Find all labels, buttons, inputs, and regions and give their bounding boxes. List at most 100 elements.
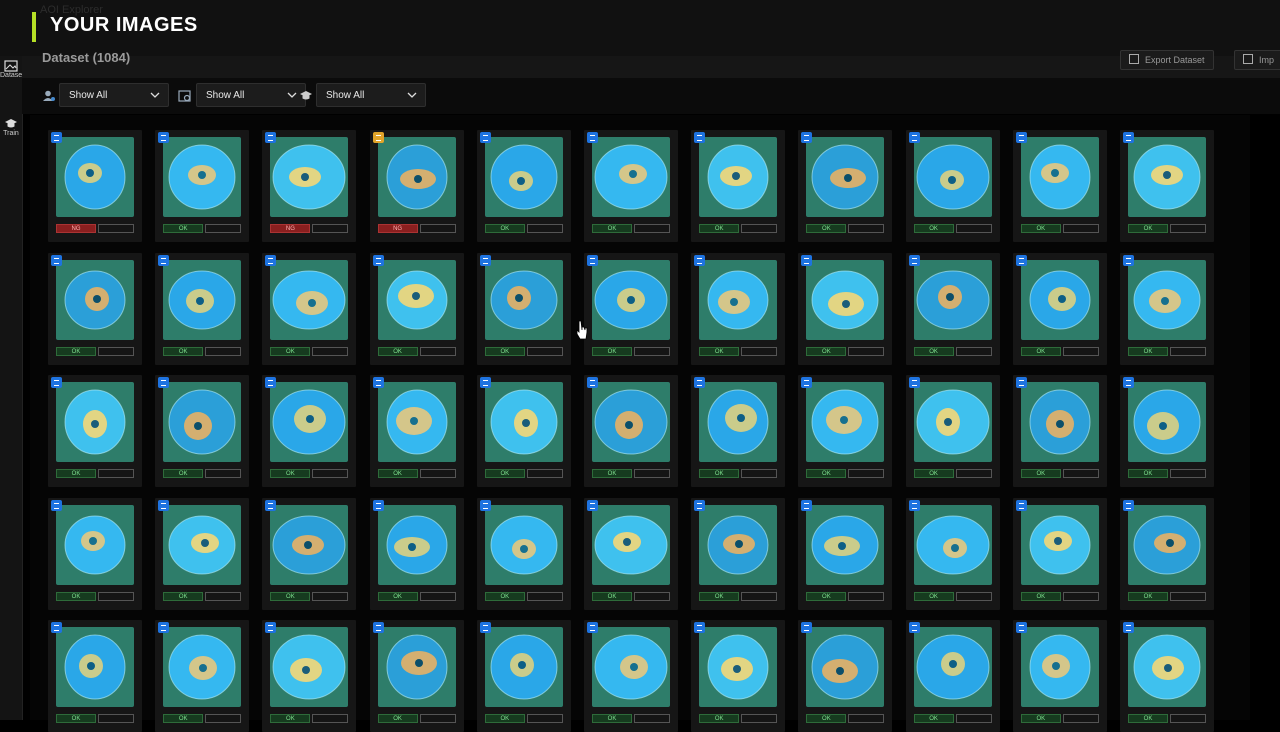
label-badge-icon <box>908 499 920 511</box>
image-tile[interactable]: OK <box>1012 620 1107 732</box>
image-thumbnail <box>699 627 778 707</box>
image-tile[interactable]: NG <box>262 130 357 242</box>
image-tile[interactable]: OK <box>798 620 893 732</box>
status-badge-ng: NG <box>377 224 418 233</box>
image-tile[interactable]: OK <box>798 375 893 487</box>
status-badge-ok: OK <box>913 346 954 356</box>
image-tile[interactable]: OK <box>905 130 1000 242</box>
image-tile[interactable]: OK <box>48 375 142 487</box>
image-tile[interactable]: OK <box>584 130 678 242</box>
sidebar-item-train[interactable]: Train <box>0 118 22 137</box>
image-tile[interactable]: OK <box>584 252 678 365</box>
label-badge-icon <box>908 377 920 388</box>
status-secondary-slot <box>1062 346 1099 356</box>
image-tile[interactable]: OK <box>905 497 1000 610</box>
image-tile[interactable]: OK <box>155 620 250 732</box>
image-tile[interactable]: OK <box>691 497 786 610</box>
status-badge-ng: NG <box>56 224 96 233</box>
status-badge-ok: OK <box>270 346 311 356</box>
status-badge-ok: OK <box>592 346 632 356</box>
status-badge-ok: OK <box>377 346 418 356</box>
image-tile[interactable]: OK <box>369 497 464 610</box>
sidebar-item-dataset[interactable]: Dataset <box>0 60 24 79</box>
image-tile[interactable]: OK <box>155 497 250 610</box>
status-secondary-slot <box>634 714 670 723</box>
image-tile[interactable]: OK <box>1012 497 1107 610</box>
image-filter-select[interactable]: Show All <box>196 83 306 107</box>
image-tile[interactable]: OK <box>1120 620 1214 732</box>
image-tile[interactable]: OK <box>1012 252 1107 365</box>
image-tile[interactable]: OK <box>369 375 464 487</box>
image-tile[interactable]: NG <box>369 130 464 242</box>
status-secondary-slot <box>419 469 456 478</box>
export-dataset-button[interactable]: Export Dataset <box>1120 50 1214 70</box>
image-tile[interactable]: OK <box>905 252 1000 365</box>
image-tile[interactable]: OK <box>691 620 786 732</box>
image-tile[interactable]: OK <box>584 497 678 610</box>
status-secondary-slot <box>526 591 563 601</box>
image-tile[interactable]: OK <box>48 620 142 732</box>
label-badge-icon <box>1015 132 1027 143</box>
status-secondary-slot <box>98 591 134 601</box>
status-badge-ok: OK <box>270 469 311 478</box>
image-thumbnail <box>484 504 563 585</box>
image-tile[interactable]: OK <box>905 375 1000 487</box>
image-tile[interactable]: OK <box>1012 130 1107 242</box>
image-tile[interactable]: OK <box>798 252 893 365</box>
image-tile[interactable]: OK <box>476 252 571 365</box>
status-secondary-slot <box>955 224 992 233</box>
status-badge-ok: OK <box>806 591 847 601</box>
image-tile[interactable]: OK <box>155 130 250 242</box>
image-tile[interactable]: OK <box>262 252 357 365</box>
image-tile[interactable]: OK <box>798 130 893 242</box>
graduation-filter-icon <box>300 91 312 100</box>
image-tile[interactable]: OK <box>905 620 1000 732</box>
image-tile[interactable]: OK <box>48 497 142 610</box>
image-tile[interactable]: OK <box>476 497 571 610</box>
image-tile[interactable]: OK <box>476 620 571 732</box>
image-tile[interactable]: OK <box>1120 252 1214 365</box>
image-tile[interactable]: OK <box>798 497 893 610</box>
label-badge-icon <box>1123 377 1134 388</box>
image-thumbnail <box>913 382 992 462</box>
train-filter-select[interactable]: Show All <box>316 83 426 107</box>
image-thumbnail <box>592 382 670 462</box>
label-badge-icon <box>479 254 491 266</box>
status-secondary-slot <box>741 714 778 723</box>
user-filter-select[interactable]: Show All <box>59 83 169 107</box>
image-tile[interactable]: OK <box>369 252 464 365</box>
image-tile[interactable]: OK <box>369 620 464 732</box>
status-badge-ok: OK <box>484 346 525 356</box>
image-tile[interactable]: OK <box>691 375 786 487</box>
image-tile[interactable]: OK <box>1012 375 1107 487</box>
image-tile[interactable]: OK <box>48 252 142 365</box>
image-thumbnail <box>56 627 134 707</box>
image-tile[interactable]: OK <box>262 497 357 610</box>
status-badge-ok: OK <box>699 469 740 478</box>
image-thumbnail <box>699 137 778 217</box>
image-tile[interactable]: OK <box>155 375 250 487</box>
image-tile[interactable]: OK <box>476 130 571 242</box>
status-badge-ok: OK <box>913 714 954 723</box>
image-tile[interactable]: NG <box>48 130 142 242</box>
image-tile[interactable]: OK <box>1120 130 1214 242</box>
status-badge-ok: OK <box>270 714 311 723</box>
image-tile[interactable]: OK <box>691 130 786 242</box>
status-badge-ok: OK <box>592 714 632 723</box>
image-tile[interactable]: OK <box>476 375 571 487</box>
status-badge-ok: OK <box>592 591 632 601</box>
image-tile[interactable]: OK <box>1120 375 1214 487</box>
image-thumbnail <box>592 627 670 707</box>
image-tile[interactable]: OK <box>691 252 786 365</box>
image-tile[interactable]: OK <box>262 375 357 487</box>
image-tile[interactable]: OK <box>155 252 250 365</box>
image-tile[interactable]: OK <box>584 620 678 732</box>
status-badge-ok: OK <box>163 224 204 233</box>
label-badge-icon <box>587 622 598 633</box>
status-secondary-slot <box>526 346 563 356</box>
image-tile[interactable]: OK <box>584 375 678 487</box>
chevron-down-icon <box>287 92 297 98</box>
image-tile[interactable]: OK <box>1120 497 1214 610</box>
image-tile[interactable]: OK <box>262 620 357 732</box>
import-button[interactable]: Imp <box>1234 50 1280 70</box>
